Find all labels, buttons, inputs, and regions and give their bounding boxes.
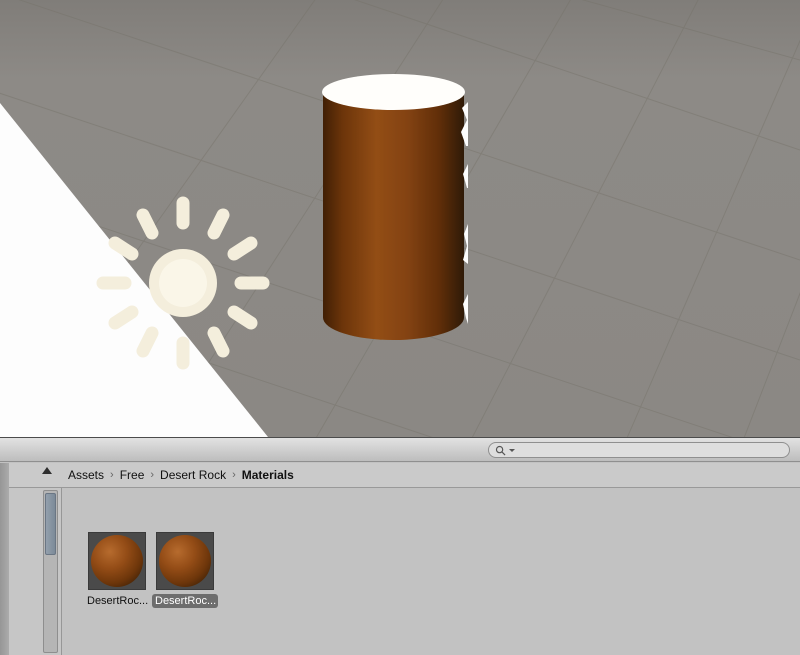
rock-cylinder-object[interactable] [322,74,468,344]
breadcrumb-item-desert-rock[interactable]: Desert Rock [160,468,226,482]
asset-label: DesertRoc... [152,594,218,608]
material-noise [91,535,143,587]
vertical-scrollbar[interactable] [43,490,58,653]
cylinder-texture-gaps [461,102,468,324]
unity-editor-window: Assets › Free › Desert Rock › Materials [0,0,800,655]
search-filter-caret[interactable] [509,448,515,452]
scrollbar-thumb[interactable] [45,493,56,555]
breadcrumb-item-free[interactable]: Free [120,468,145,482]
project-toolbar [0,437,800,462]
search-box[interactable] [488,442,790,458]
material-thumbnail [156,532,214,590]
breadcrumb-item-assets[interactable]: Assets [68,468,104,482]
scroll-up-arrow-icon[interactable] [42,467,52,474]
panel-left-edge [0,463,9,655]
asset-item-desert-rock-material-2[interactable]: DesertRoc... [151,532,219,613]
cylinder-top-cap [322,74,465,110]
project-panel: Assets › Free › Desert Rock › Materials [0,437,800,655]
material-thumbnail [88,532,146,590]
chevron-right-icon: › [150,469,155,481]
material-noise [159,535,211,587]
search-input[interactable] [519,444,783,456]
chevron-right-icon: › [232,469,236,481]
sun-light-gizmo-icon[interactable] [93,193,273,373]
breadcrumb: Assets › Free › Desert Rock › Materials [0,463,800,488]
breadcrumb-item-materials[interactable]: Materials [242,468,294,482]
asset-label: DesertRoc... [87,595,149,607]
folder-sidebar[interactable] [9,488,62,655]
asset-item-desert-rock-material-1[interactable]: DesertRoc... [83,532,151,613]
search-icon [495,445,506,456]
asset-grid[interactable]: DesertRoc... DesertRoc... [63,488,800,655]
cylinder-body [323,90,464,340]
rock-texture-noise [323,90,464,340]
scene-view[interactable] [0,0,800,437]
chevron-right-icon: › [110,469,114,481]
